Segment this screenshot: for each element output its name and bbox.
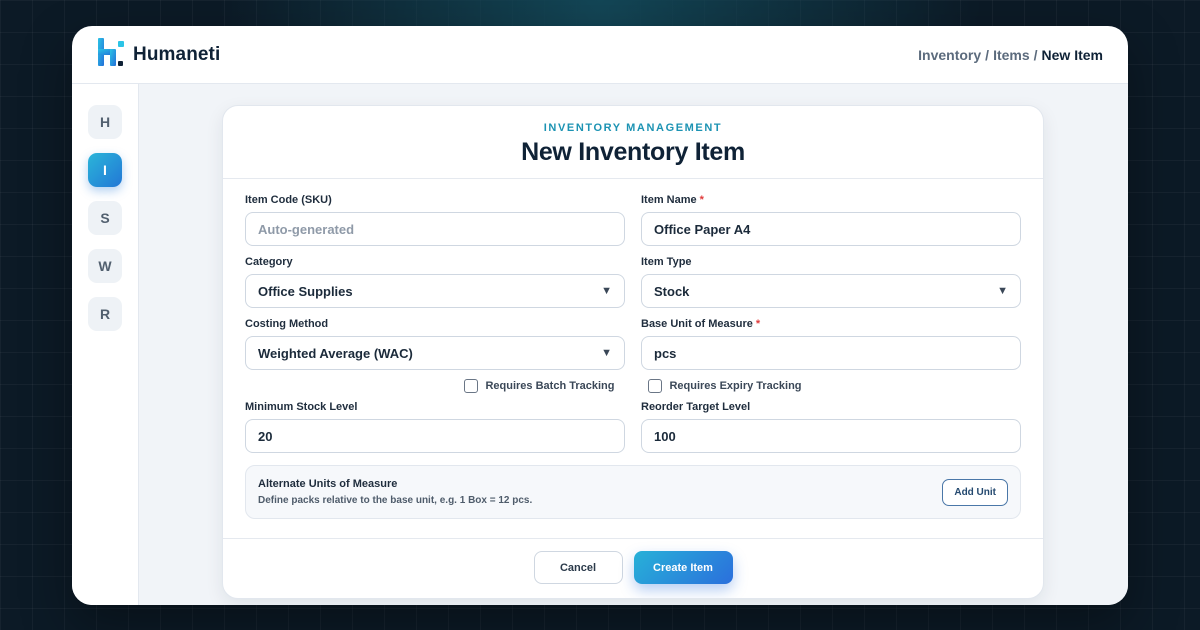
item-name-input[interactable]: [654, 221, 1008, 237]
min-stock-label: Minimum Stock Level: [245, 401, 358, 413]
min-stock-field[interactable]: [245, 419, 625, 453]
cancel-button[interactable]: Cancel: [533, 551, 623, 584]
chevron-down-icon: ▼: [601, 347, 612, 359]
alternate-units-description: Define packs relative to the base unit, …: [258, 495, 533, 506]
required-mark: *: [699, 194, 704, 206]
category-label: Category: [245, 256, 293, 268]
breadcrumb-current: New Item: [1041, 46, 1103, 63]
breadcrumb-items[interactable]: Items: [993, 47, 1030, 63]
base-uom-label: Base Unit of Measure *: [641, 318, 1021, 334]
item-name-label-text: Item Name: [641, 194, 697, 206]
chevron-down-icon: ▼: [997, 285, 1008, 297]
humaneti-logo-icon: [97, 37, 125, 72]
tracking-options: Requires Batch Tracking Requires Expiry …: [245, 374, 1021, 398]
base-uom-label-text: Base Unit of Measure: [641, 318, 753, 330]
checkbox-icon[interactable]: [464, 379, 479, 393]
create-item-button[interactable]: Create Item: [633, 551, 733, 584]
item-type-value: Stock: [654, 283, 690, 299]
costing-method-select[interactable]: Weighted Average (WAC) ▼: [245, 336, 625, 370]
chevron-down-icon: ▼: [601, 285, 612, 297]
breadcrumb-separator: /: [985, 46, 990, 63]
batch-tracking-checkbox[interactable]: Requires Batch Tracking: [464, 379, 614, 393]
batch-tracking-label: Requires Batch Tracking: [485, 380, 615, 392]
costing-method-value: Weighted Average (WAC): [258, 345, 413, 361]
alternate-units-panel: Alternate Units of Measure Define packs …: [245, 465, 1021, 519]
item-code-input[interactable]: [258, 221, 612, 237]
checkbox-icon[interactable]: [648, 379, 663, 393]
category-select[interactable]: Office Supplies ▼: [245, 274, 625, 308]
card-header: INVENTORY MANAGEMENT New Inventory Item: [223, 106, 1043, 179]
reorder-target-label: Reorder Target Level: [641, 401, 751, 413]
reorder-target-input[interactable]: [654, 428, 1008, 444]
required-mark: *: [755, 318, 761, 330]
reorder-target-field[interactable]: [641, 419, 1021, 453]
breadcrumb-inventory[interactable]: Inventory: [918, 47, 981, 63]
category-value: Office Supplies: [258, 283, 353, 299]
new-item-form-card: INVENTORY MANAGEMENT New Inventory Item …: [222, 105, 1044, 599]
breadcrumb-separator: /: [1033, 46, 1038, 63]
item-name-label: Item Name *: [641, 194, 1021, 210]
app-name: Humaneti: [133, 43, 221, 65]
item-form: Item Code (SKU) Item Name*: [223, 194, 1043, 519]
breadcrumb: Inventory / Items / New Item: [918, 47, 1103, 63]
alternate-units-title: Alternate Units of Measure: [258, 478, 398, 490]
item-type-select[interactable]: Stock ▼: [641, 274, 1021, 308]
min-stock-input[interactable]: [258, 428, 612, 444]
item-name-field[interactable]: [641, 212, 1021, 246]
expiry-tracking-checkbox[interactable]: Requires Expiry Tracking: [648, 379, 802, 393]
add-unit-button[interactable]: Add Unit: [942, 478, 1008, 506]
brand[interactable]: Humaneti: [97, 37, 220, 72]
sidebar-item-w[interactable]: W: [88, 249, 122, 283]
base-uom-input[interactable]: [654, 345, 1008, 361]
section-eyebrow: INVENTORY MANAGEMENT: [543, 122, 723, 134]
costing-method-label: Costing Method: [245, 318, 329, 330]
app-window: Humaneti Inventory / Items / New Item H I S …: [72, 26, 1128, 605]
page-title: New Inventory Item: [521, 138, 745, 166]
sidebar-item-i[interactable]: I: [88, 153, 122, 187]
item-code-label: Item Code (SKU): [245, 194, 332, 206]
item-type-label: Item Type: [641, 256, 692, 268]
base-uom-field[interactable]: [641, 336, 1021, 370]
item-code-field[interactable]: [245, 212, 625, 246]
sidebar: H I S W R: [72, 84, 139, 605]
sidebar-item-s[interactable]: S: [88, 201, 122, 235]
top-bar: Humaneti Inventory / Items / New Item: [72, 26, 1128, 84]
main-content: INVENTORY MANAGEMENT New Inventory Item …: [139, 84, 1128, 605]
expiry-tracking-label: Requires Expiry Tracking: [669, 380, 802, 392]
sidebar-item-h[interactable]: H: [88, 105, 122, 139]
sidebar-item-r[interactable]: R: [88, 297, 122, 331]
form-footer: Cancel Create Item: [223, 538, 1043, 598]
